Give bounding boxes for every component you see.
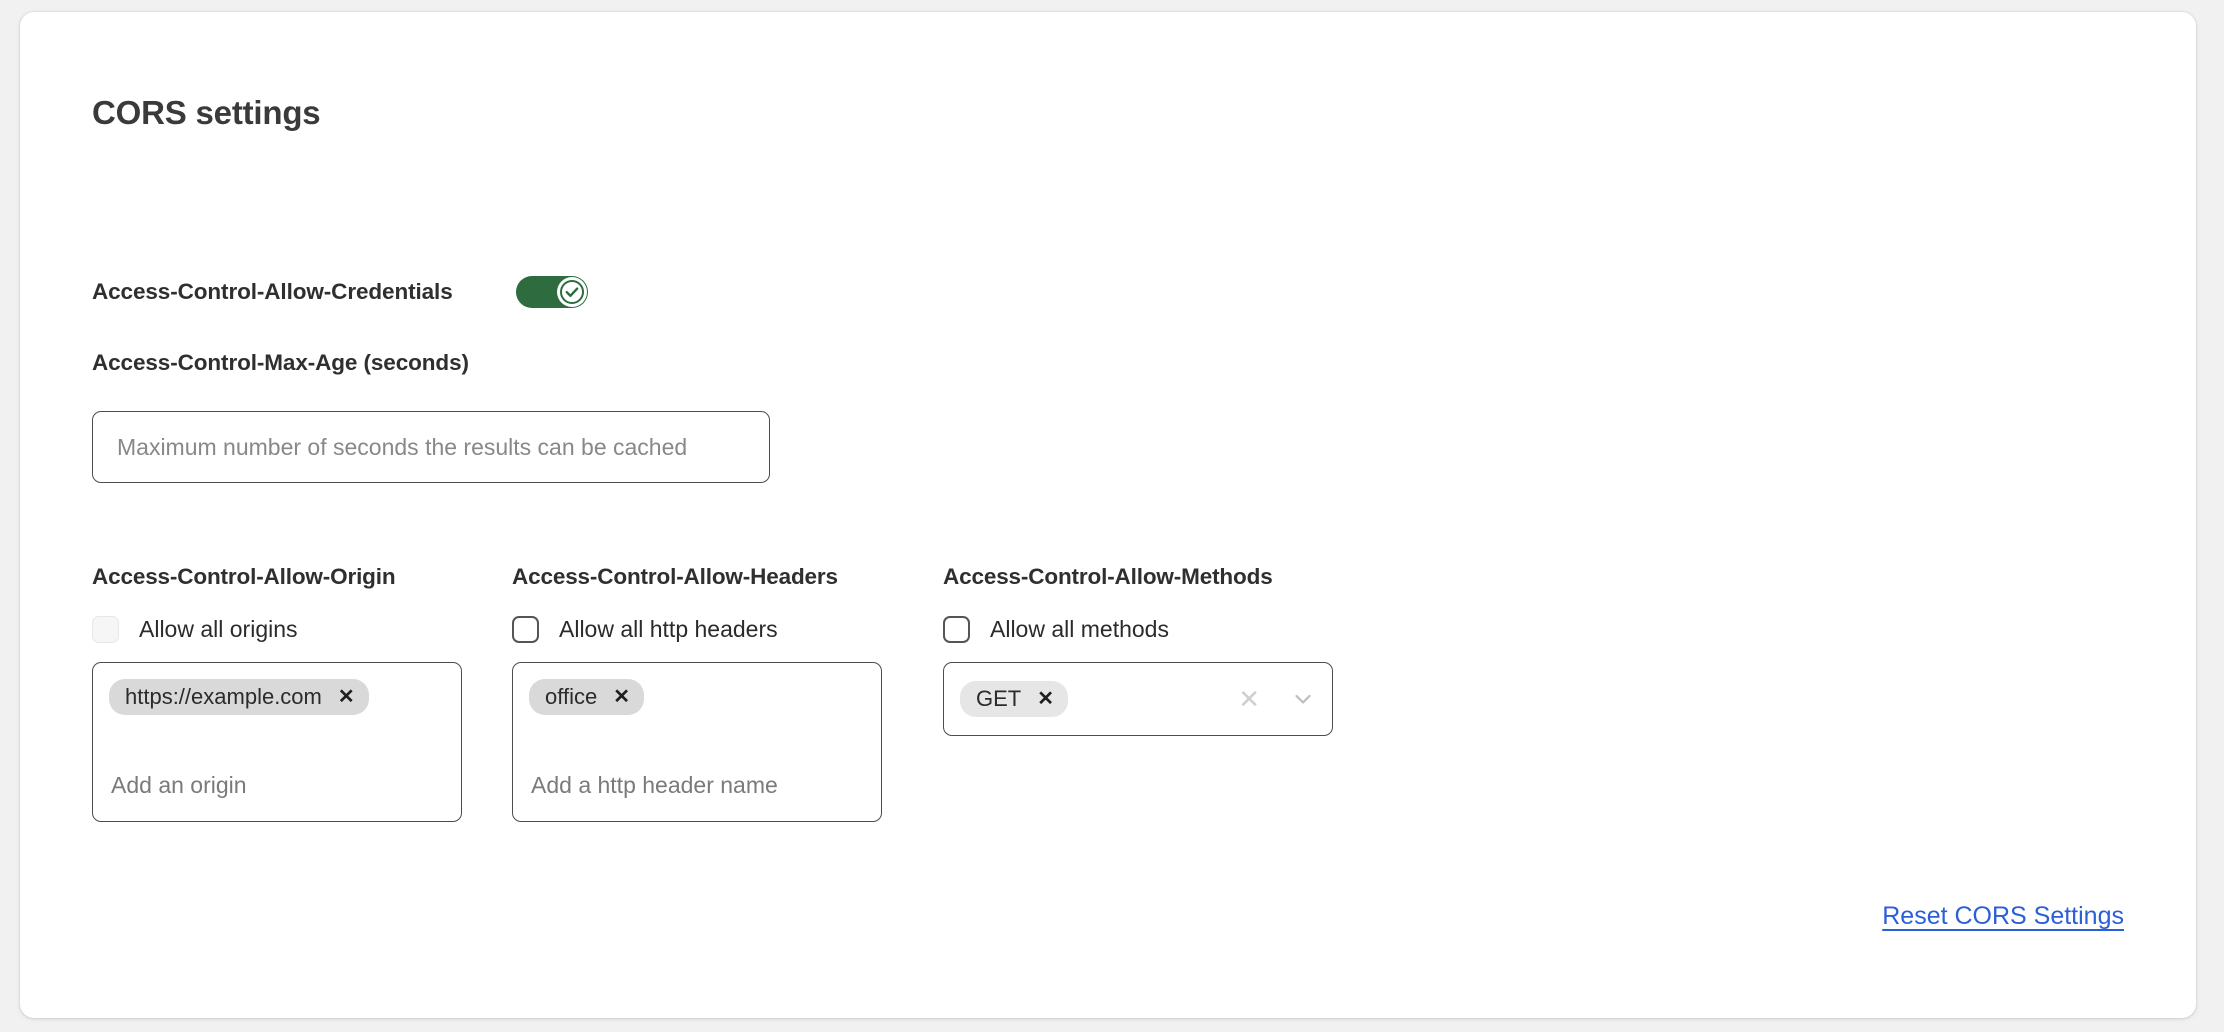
headers-tag-chip: office ✕	[529, 679, 644, 715]
methods-tag-chip: GET ✕	[960, 681, 1068, 717]
allow-all-origins-label: Allow all origins	[139, 616, 298, 642]
headers-tag-input[interactable]: office ✕ Add a http header name	[512, 662, 882, 822]
allow-all-origins-checkbox[interactable]	[92, 616, 119, 643]
allow-headers-title: Access-Control-Allow-Headers	[512, 564, 838, 589]
origin-tag-label: https://example.com	[125, 684, 322, 709]
close-icon[interactable]: ✕	[1037, 689, 1054, 709]
allow-origin-title: Access-Control-Allow-Origin	[92, 564, 396, 589]
allow-credentials-label: Access-Control-Allow-Credentials	[92, 279, 453, 304]
allow-all-headers-label: Allow all http headers	[559, 616, 778, 642]
max-age-input[interactable]	[92, 411, 770, 483]
allow-origin-column: Access-Control-Allow-Origin Allow all or…	[92, 564, 462, 822]
allow-methods-title: Access-Control-Allow-Methods	[943, 564, 1273, 589]
allow-all-methods-row[interactable]: Allow all methods	[943, 616, 1333, 643]
allow-all-methods-label: Allow all methods	[990, 616, 1169, 642]
cors-settings-card: CORS settings Access-Control-Allow-Crede…	[20, 12, 2196, 1018]
close-icon[interactable]: ✕	[338, 687, 355, 707]
clear-all-icon[interactable]: ✕	[1232, 686, 1266, 712]
origin-tag-input[interactable]: https://example.com ✕ Add an origin	[92, 662, 462, 822]
allow-all-methods-checkbox[interactable]	[943, 616, 970, 643]
allow-headers-column: Access-Control-Allow-Headers Allow all h…	[512, 564, 882, 822]
headers-tag-label: office	[545, 684, 598, 709]
check-icon	[559, 280, 584, 304]
origin-input-placeholder: Add an origin	[111, 772, 247, 798]
reset-cors-settings-link[interactable]: Reset CORS Settings	[1882, 902, 2124, 931]
allow-methods-column: Access-Control-Allow-Methods Allow all m…	[943, 564, 1333, 736]
allow-all-headers-row[interactable]: Allow all http headers	[512, 616, 882, 643]
origin-tag-chip: https://example.com ✕	[109, 679, 369, 715]
allow-credentials-toggle[interactable]	[515, 276, 588, 308]
headers-input-placeholder: Add a http header name	[531, 772, 778, 798]
page-title: CORS settings	[92, 94, 321, 131]
methods-tag-label: GET	[976, 686, 1022, 711]
toggle-knob	[556, 277, 587, 307]
methods-chip-wrap: GET ✕	[944, 681, 1068, 717]
chevron-down-icon[interactable]	[1290, 686, 1316, 712]
allow-credentials-row: Access-Control-Allow-Credentials	[92, 276, 588, 308]
methods-select-actions: ✕	[1232, 686, 1332, 712]
allow-all-headers-checkbox[interactable]	[512, 616, 539, 643]
allow-all-origins-row[interactable]: Allow all origins	[92, 616, 462, 643]
methods-select[interactable]: GET ✕ ✕	[943, 662, 1333, 736]
close-icon[interactable]: ✕	[613, 687, 630, 707]
max-age-label: Access-Control-Max-Age (seconds)	[92, 350, 469, 375]
